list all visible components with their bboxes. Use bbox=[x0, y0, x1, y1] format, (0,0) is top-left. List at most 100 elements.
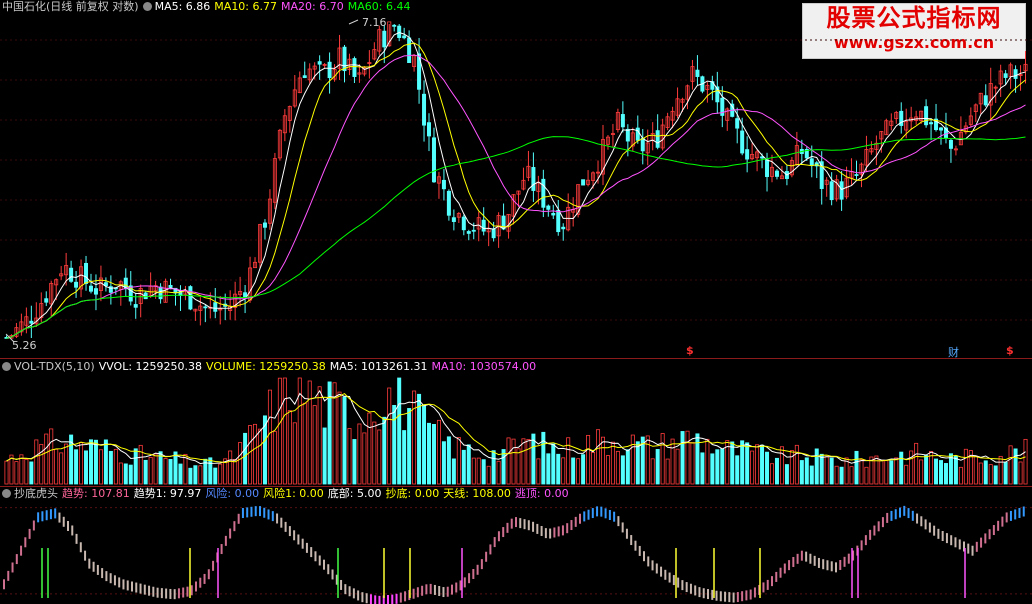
vol-ma5-label: MA5: 1013261.31 bbox=[329, 360, 428, 373]
volume-bar bbox=[516, 448, 521, 485]
candle-body bbox=[854, 174, 859, 176]
volume-bar bbox=[153, 453, 158, 485]
volume-bar bbox=[824, 456, 829, 485]
volume-bar bbox=[730, 441, 735, 485]
candle-body bbox=[1013, 69, 1018, 79]
volume-bar bbox=[685, 430, 690, 485]
ma60-line bbox=[6, 136, 1026, 339]
dividend-marker[interactable]: $ bbox=[1006, 344, 1014, 357]
volume-bar bbox=[44, 433, 49, 485]
candle-body bbox=[352, 58, 357, 77]
volume-bar bbox=[267, 389, 272, 485]
volume-bar bbox=[819, 453, 824, 485]
volume-bar bbox=[770, 463, 775, 485]
dividend-marker[interactable]: $ bbox=[686, 344, 694, 357]
volume-bar bbox=[859, 459, 864, 485]
volume-bar bbox=[1018, 461, 1023, 485]
candle-body bbox=[551, 212, 556, 216]
volume-bar bbox=[600, 436, 605, 485]
volume-bar bbox=[620, 455, 625, 485]
candle-body bbox=[541, 178, 546, 208]
volume-bar bbox=[257, 428, 262, 485]
volume-bar bbox=[799, 460, 804, 485]
candle-body bbox=[407, 37, 412, 64]
indicator-toggle-icon[interactable] bbox=[2, 489, 11, 498]
volume-bar bbox=[680, 431, 685, 485]
volume-bar bbox=[342, 396, 347, 485]
candle-body bbox=[446, 190, 451, 216]
candle-body bbox=[203, 306, 208, 309]
volume-bar bbox=[397, 377, 402, 485]
volume-bar bbox=[501, 449, 506, 485]
volume-bar bbox=[546, 453, 551, 485]
candle-body bbox=[74, 281, 79, 288]
candle-body bbox=[546, 205, 551, 210]
vol-ma10-label: MA10: 1030574.00 bbox=[431, 360, 537, 373]
volume-bar bbox=[14, 461, 19, 485]
volume-bar bbox=[625, 449, 630, 485]
candle-body bbox=[695, 69, 700, 77]
candle-body bbox=[929, 122, 934, 125]
volume-bar bbox=[784, 464, 789, 485]
volume-bar bbox=[287, 410, 292, 485]
volume-bar bbox=[909, 450, 914, 485]
candle-body bbox=[466, 231, 471, 234]
volume-bar bbox=[79, 442, 84, 485]
volume-bar bbox=[377, 429, 382, 485]
volume-bar bbox=[128, 464, 133, 485]
candle-body bbox=[213, 302, 218, 312]
volume-bar bbox=[9, 454, 14, 485]
volume-bar bbox=[113, 448, 118, 485]
candle-body bbox=[133, 304, 138, 308]
volume-bar bbox=[272, 431, 277, 485]
candle-body bbox=[839, 181, 844, 200]
volume-bar bbox=[188, 467, 193, 485]
volume-bar bbox=[178, 463, 183, 485]
volume-bar bbox=[983, 460, 988, 485]
high-price-label: 7.16 bbox=[362, 16, 387, 29]
volume-bar bbox=[402, 430, 407, 485]
volume-bar bbox=[427, 422, 432, 485]
candle-body bbox=[441, 179, 446, 190]
volume-bar bbox=[630, 434, 635, 485]
indicator-toggle-icon[interactable] bbox=[2, 362, 11, 371]
volume-bar bbox=[998, 455, 1003, 485]
candle-body bbox=[382, 30, 387, 48]
volume-bar bbox=[715, 449, 720, 485]
candle-body bbox=[765, 159, 770, 177]
volume-bar bbox=[1023, 438, 1028, 485]
indicator-title[interactable]: 抄底虎头 bbox=[14, 487, 58, 500]
volume-bar bbox=[238, 442, 243, 485]
volume-bar bbox=[392, 404, 397, 485]
candle-body bbox=[471, 229, 476, 232]
volume-bar bbox=[978, 462, 983, 485]
volume-bar bbox=[198, 465, 203, 485]
volume-bar bbox=[173, 451, 178, 485]
volume-bar bbox=[894, 457, 899, 485]
candle-body bbox=[44, 298, 49, 303]
volume-bar bbox=[103, 439, 108, 485]
volume-bar bbox=[665, 458, 670, 485]
volume-title[interactable]: VOL-TDX(5,10) bbox=[14, 360, 95, 373]
volume-bar bbox=[794, 444, 799, 485]
volume-bar bbox=[243, 432, 248, 485]
volume-bar bbox=[541, 431, 546, 485]
volume-bar bbox=[864, 466, 869, 485]
volume-bar bbox=[710, 453, 715, 485]
volume-bar bbox=[74, 449, 79, 485]
volume-bar bbox=[491, 450, 496, 485]
trend-label: 趋势: 107.81 bbox=[62, 487, 130, 500]
chart-canvas[interactable] bbox=[0, 0, 1032, 604]
candle-body bbox=[461, 216, 466, 231]
candle-body bbox=[327, 61, 332, 79]
volume-bar bbox=[322, 427, 327, 485]
volume-bar bbox=[441, 441, 446, 485]
volume-bar bbox=[506, 437, 511, 485]
volume-bar bbox=[740, 440, 745, 485]
volume-bar bbox=[34, 439, 39, 485]
candle-body bbox=[620, 114, 625, 128]
candle-body bbox=[983, 95, 988, 106]
candle-body bbox=[188, 286, 193, 310]
volume-bar bbox=[372, 421, 377, 485]
candle-body bbox=[451, 217, 456, 222]
